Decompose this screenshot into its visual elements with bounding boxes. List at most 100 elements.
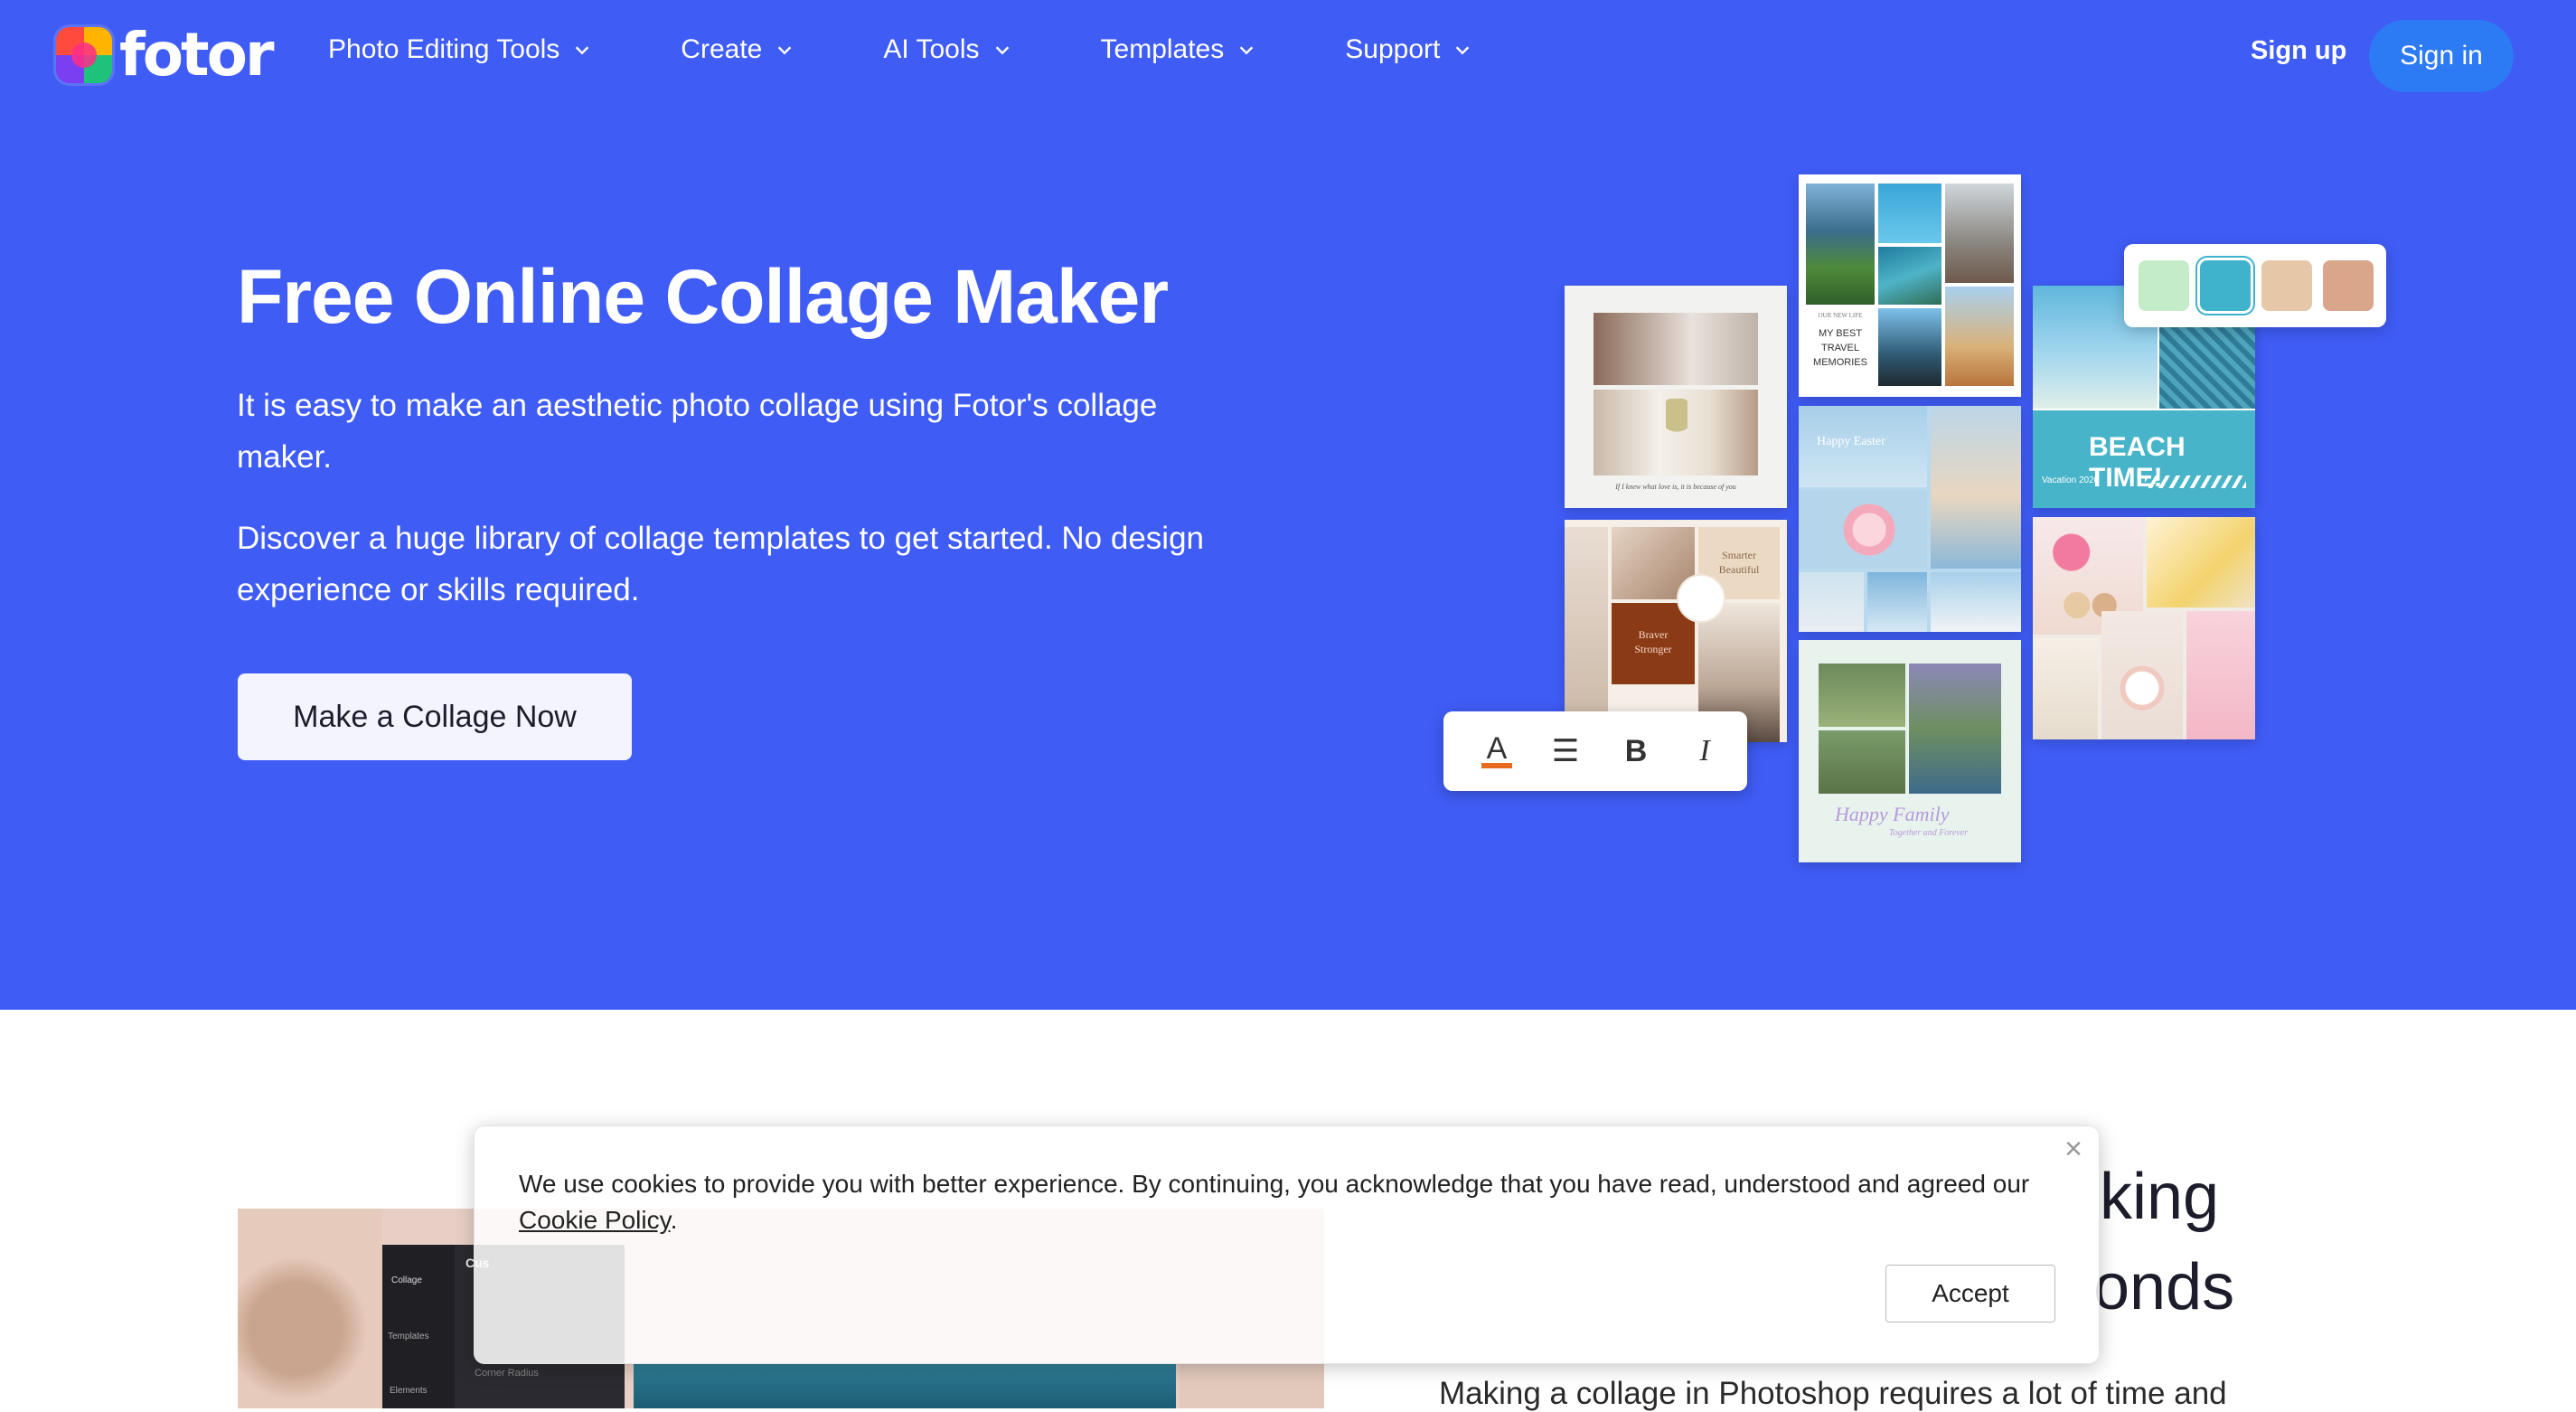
chevron-down-icon [576, 46, 589, 55]
align-glyph: ☰ [1551, 734, 1580, 768]
family-subcaption: Together and Forever [1889, 828, 1969, 838]
easter-caption: Happy Easter [1817, 435, 1885, 448]
collage-card-quote: If I knew what love is, it is because of… [1565, 286, 1787, 508]
collage-card-family: Happy Family Together and Forever [1799, 640, 2021, 862]
photo-candles [2033, 638, 2098, 739]
top-navbar: fotor Photo Editing Tools Create AI Tool… [0, 0, 2576, 112]
photo-mountain [1806, 184, 1875, 305]
chevron-down-icon [1456, 46, 1470, 55]
italic-icon[interactable]: I [1682, 724, 1727, 778]
cookie-text-main: We use cookies to provide you with bette… [519, 1170, 2030, 1198]
editor-sidebar [382, 1245, 455, 1408]
quote-caption: If I knew what love is, it is because of… [1615, 483, 1736, 491]
photo-friends [1878, 308, 1941, 386]
cookie-message: We use cookies to provide you with bette… [519, 1166, 2037, 1238]
palette-swatch[interactable] [2323, 260, 2374, 311]
braver-text-1: Braver [1638, 628, 1669, 641]
chevron-down-icon [1239, 46, 1254, 55]
align-icon[interactable]: ☰ [1543, 724, 1588, 778]
hero-section: fotor Photo Editing Tools Create AI Tool… [0, 0, 2576, 1010]
photo-teacup [2101, 611, 2183, 739]
palette-swatch-selected[interactable] [2200, 260, 2251, 311]
photo-family-right [1909, 664, 2001, 794]
cookie-banner: × We use cookies to provide you with bet… [474, 1125, 2100, 1364]
sign-up-link[interactable]: Sign up [2251, 36, 2346, 66]
accept-cookies-button[interactable]: Accept [1885, 1265, 2055, 1323]
make-collage-button[interactable]: Make a Collage Now [238, 673, 632, 760]
nav-item-label: Photo Editing Tools [328, 34, 560, 64]
nav-item-label: AI Tools [883, 34, 980, 64]
text-color-icon[interactable]: A [1474, 724, 1519, 778]
photo-street [1945, 184, 2014, 283]
fotor-logo-icon [56, 27, 112, 83]
photo-yellow-flowers [2147, 517, 2255, 607]
section-body-text: Making a collage in Photoshop requires a… [1439, 1376, 2227, 1411]
section-heading-line-1: king [2100, 1161, 2220, 1233]
nav-item-label: Create [681, 34, 763, 64]
tree-illustration [1666, 399, 1688, 462]
bold-icon[interactable]: B [1613, 724, 1659, 778]
chevron-down-icon [778, 46, 792, 55]
cookie-policy-link[interactable]: Cookie Policy [519, 1206, 671, 1234]
nav-item-label: Support [1345, 34, 1441, 64]
photo-daisy [1799, 491, 1927, 569]
nav-menu: Photo Editing Tools Create AI Tools Temp… [328, 34, 1561, 65]
editor-tab-elements[interactable]: Elements [390, 1386, 428, 1396]
collage-card-easter: Happy Easter [1799, 406, 2021, 632]
editor-canvas-photo [634, 1364, 1176, 1408]
section-heading-line-2: onds [2093, 1251, 2235, 1323]
photo-portrait-top [1594, 313, 1758, 385]
photo-plane [1878, 184, 1941, 243]
hero-description-1: It is easy to make an aesthetic photo co… [237, 388, 1158, 475]
photo-pink-bunny [2186, 611, 2255, 739]
hero-description-2: Discover a huge library of collage templ… [237, 521, 1205, 607]
photo-desert [1945, 287, 2014, 386]
nav-item-label: Templates [1100, 34, 1225, 64]
photo-rabbit [1799, 572, 1864, 632]
editor-tab-collage[interactable]: Collage [391, 1276, 422, 1285]
bold-glyph: B [1624, 733, 1648, 768]
travel-small-caption: OUR NEW LIFE [1818, 312, 1863, 319]
photo-woman-left [1565, 527, 1608, 742]
braver-text-2: Stronger [1634, 643, 1672, 655]
editor-bg-left [238, 1209, 382, 1408]
photo-family-left-bottom [1819, 730, 1905, 794]
italic-glyph: I [1699, 734, 1710, 767]
palette-swatch[interactable] [2261, 260, 2312, 311]
collage-card-smarter: Smarter Beautiful Braver Stronger [1565, 520, 1787, 742]
nav-templates[interactable]: Templates [1101, 34, 1257, 65]
smarter-text-2: Beautiful [1718, 563, 1760, 576]
nav-ai-tools[interactable]: AI Tools [883, 34, 1011, 65]
photo-family-left [1819, 664, 1905, 727]
text-format-toolbar: A ☰ B I [1443, 711, 1747, 791]
fotor-wordmark: fotor [119, 20, 274, 89]
collage-card-travel: OUR NEW LIFE MY BEST TRAVEL MEMORIES [1799, 174, 2021, 397]
smarter-text-1: Smarter [1722, 549, 1756, 561]
flower-badge [1678, 576, 1724, 621]
nav-create[interactable]: Create [681, 34, 794, 65]
editor-panel-row: Corner Radius [475, 1368, 539, 1379]
travel-caption-line-3: MEMORIES [1813, 357, 1867, 368]
travel-caption-line-1: MY BEST [1818, 328, 1863, 339]
close-icon[interactable]: × [2060, 1134, 2087, 1164]
editor-tab-templates[interactable]: Templates [388, 1332, 429, 1341]
editor-canvas-right [1180, 1364, 1324, 1408]
beach-subtitle: Vacation 2020 [2042, 475, 2100, 485]
hero-title: Free Online Collage Maker [237, 254, 1169, 339]
photo-bunny [1931, 572, 2021, 632]
text-color-glyph: A [1481, 733, 1513, 768]
nav-photo-editing-tools[interactable]: Photo Editing Tools [328, 34, 592, 65]
family-caption: Happy Family [1835, 803, 1950, 825]
fotor-logo[interactable]: fotor [56, 20, 274, 89]
palette-swatch[interactable] [2139, 260, 2189, 311]
photo-bunny-girl [1931, 406, 2021, 569]
collage-card-eggs [2033, 517, 2255, 739]
sign-in-button[interactable]: Sign in [2369, 20, 2514, 92]
nav-support[interactable]: Support [1345, 34, 1472, 65]
cookie-text-end: . [670, 1206, 678, 1234]
travel-caption-line-2: TRAVEL [1821, 343, 1859, 353]
photo-clouds [1867, 572, 1927, 632]
chevron-down-icon [995, 46, 1009, 55]
photo-coast [1878, 247, 1941, 305]
beach-stripes [2145, 475, 2246, 488]
